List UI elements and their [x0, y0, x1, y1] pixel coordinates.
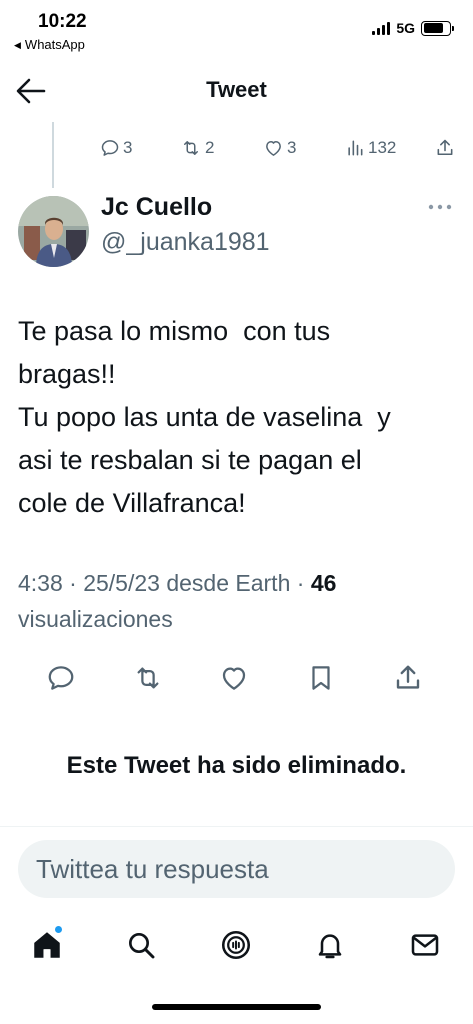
- bell-icon: [318, 934, 342, 959]
- parent-like-button[interactable]: 3: [263, 138, 296, 158]
- back-to-app-link[interactable]: ◀ WhatsApp: [14, 37, 85, 52]
- tweet-timestamp[interactable]: 4:38 · 25/5/23 desde Earth ·: [18, 570, 311, 596]
- tweet-text: Te pasa lo mismo con tus bragas!! Tu pop…: [18, 310, 458, 525]
- more-options-button[interactable]: [427, 196, 453, 218]
- back-app-label: WhatsApp: [24, 37, 85, 52]
- thread-connector-line: [52, 122, 54, 188]
- spaces-icon: [221, 930, 251, 960]
- heart-icon: [266, 141, 281, 156]
- parent-reply-count: 3: [123, 138, 133, 157]
- status-indicators: 5G: [372, 20, 454, 36]
- bookmark-button[interactable]: [301, 658, 341, 698]
- parent-retweet-count: 2: [205, 138, 215, 157]
- bookmark-icon: [312, 666, 330, 690]
- header: Tweet: [0, 66, 473, 116]
- tweet-metadata: 4:38 · 25/5/23 desde Earth · 46 visualiz…: [18, 565, 458, 637]
- share-icon: [396, 665, 420, 689]
- retweet-button[interactable]: [128, 658, 168, 698]
- tweet-text-line: cole de Villafranca!: [18, 488, 246, 518]
- reply-button[interactable]: [41, 658, 81, 698]
- author-name[interactable]: Jc Cuello: [101, 193, 212, 222]
- share-icon: [437, 139, 453, 156]
- status-bar: 10:22 ◀ WhatsApp 5G: [0, 0, 473, 58]
- views-icon: [348, 140, 363, 156]
- reply-composer[interactable]: [18, 840, 455, 898]
- like-button[interactable]: [214, 658, 254, 698]
- parent-share-button[interactable]: [435, 138, 455, 158]
- tweet-text-line: Te pasa lo mismo con tus: [18, 316, 331, 346]
- tweet-text-line: Tu popo las unta de vaselina y: [18, 402, 391, 432]
- tweet-text-line: bragas!!: [18, 359, 116, 389]
- share-button[interactable]: [388, 658, 428, 698]
- parent-tweet-actions: 3 2 3 132: [100, 138, 460, 166]
- deleted-tweet-notice: Este Tweet ha sido eliminado.: [66, 752, 407, 779]
- tab-notifications[interactable]: [310, 925, 350, 965]
- parent-retweet-button[interactable]: 2: [180, 138, 214, 158]
- parent-views-count: 132: [368, 138, 397, 157]
- heart-icon: [222, 667, 246, 690]
- more-icon: [428, 204, 452, 210]
- reply-input[interactable]: [36, 840, 436, 898]
- back-triangle-icon: ◀: [14, 40, 21, 50]
- view-label: visualizaciones: [18, 606, 173, 632]
- home-indicator[interactable]: [152, 1004, 321, 1010]
- tab-search[interactable]: [121, 925, 161, 965]
- parent-like-count: 3: [287, 138, 297, 157]
- view-count: 46: [310, 570, 337, 596]
- signal-icon: [372, 21, 391, 35]
- tweet-text-line: asi te resbalan si te pagan el: [18, 445, 362, 475]
- parent-reply-button[interactable]: 3: [100, 138, 132, 158]
- tab-home[interactable]: [27, 925, 67, 965]
- notification-dot: [54, 925, 63, 934]
- author-handle[interactable]: @_juanka1981: [101, 228, 270, 257]
- mail-icon: [411, 934, 439, 956]
- status-time: 10:22: [38, 11, 87, 32]
- search-icon: [129, 933, 155, 959]
- divider: [0, 826, 473, 827]
- parent-views-button[interactable]: 132: [345, 138, 396, 158]
- page-title: Tweet: [206, 77, 267, 102]
- profile-photo: [18, 196, 89, 267]
- retweet-icon: [137, 667, 159, 689]
- battery-icon: [421, 20, 454, 36]
- reply-icon: [101, 140, 119, 156]
- reply-icon: [48, 666, 74, 690]
- avatar[interactable]: [18, 196, 89, 267]
- tweet-action-bar: [0, 658, 473, 698]
- bottom-tab-bar: [0, 925, 473, 969]
- tab-messages[interactable]: [405, 925, 445, 965]
- tab-spaces[interactable]: [216, 925, 256, 965]
- retweet-icon: [184, 141, 198, 155]
- network-label: 5G: [396, 20, 415, 36]
